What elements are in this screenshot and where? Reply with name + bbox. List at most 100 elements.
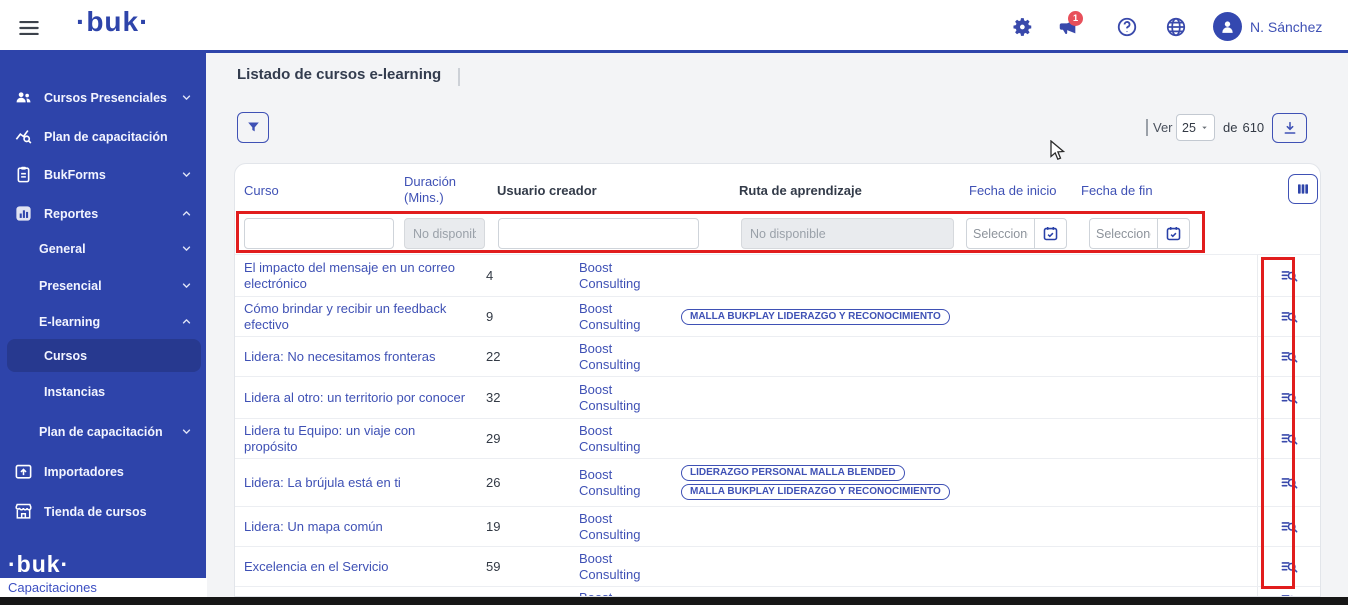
courses-table: Curso Duración (Mins.) Usuario creador R… [234, 163, 1321, 597]
gear-icon[interactable] [1012, 16, 1034, 38]
course-link[interactable]: Cómo brindar y recibir un feedback efect… [244, 301, 470, 332]
sidebar-item-plan-de-capacitaci-n[interactable]: Plan de capacitación [0, 120, 206, 153]
creator-link[interactable]: Boost Consulting [579, 590, 663, 596]
sidebar-item-importadores[interactable]: Importadores [0, 455, 206, 488]
duration-cell: 26 [486, 475, 501, 490]
chevron-icon [180, 315, 193, 328]
clipboard-icon [14, 165, 33, 184]
sidebar-item-cursos[interactable]: Cursos [7, 339, 201, 372]
creator-link[interactable]: Boost Consulting [579, 423, 663, 454]
page-size-select[interactable]: 25 [1176, 114, 1215, 141]
filter-usuario-input[interactable] [498, 218, 699, 249]
creator-link[interactable]: Boost Consulting [579, 467, 663, 498]
column-header-ruta: Ruta de aprendizaje [739, 182, 862, 198]
view-course-details-button[interactable] [1280, 347, 1299, 366]
creator-link[interactable]: Boost Consulting [579, 301, 663, 332]
sidebar-item-tienda-de-cursos[interactable]: Tienda de cursos [0, 495, 206, 528]
sidebar-item-plan-de-capacitaci-n[interactable]: Plan de capacitación [0, 415, 206, 448]
calendar-check-icon [1165, 225, 1182, 242]
sidebar-item-instancias[interactable]: Instancias [0, 375, 206, 408]
chevron-icon [180, 91, 193, 104]
buk-logo: ·buk· [76, 6, 150, 37]
column-header-fecha-inicio[interactable]: Fecha de inicio [969, 164, 1056, 216]
calendar-button[interactable] [1157, 218, 1190, 249]
chevron-icon [180, 425, 193, 438]
table-rows: El impacto del mensaje en un correo elec… [235, 254, 1320, 596]
sidebar-item-cursos-presenciales[interactable]: Cursos Presenciales [0, 81, 206, 114]
learning-path-cell [681, 547, 991, 586]
fecha-inicio-input[interactable] [966, 218, 1034, 249]
view-course-details-button[interactable] [1280, 266, 1299, 285]
creator-link[interactable]: Boost Consulting [579, 260, 663, 291]
user-name[interactable]: N. Sánchez [1250, 19, 1322, 35]
course-link[interactable]: Excelencia en el Servicio [244, 559, 389, 574]
view-course-details-button[interactable] [1280, 590, 1299, 596]
store-icon [14, 502, 33, 521]
sidebar-item-e-learning[interactable]: E-learning [0, 305, 206, 338]
calendar-button[interactable] [1034, 218, 1067, 249]
filter-duracion-input [404, 218, 485, 249]
sidebar-item-reportes[interactable]: Reportes [0, 197, 206, 230]
columns-icon [1295, 181, 1311, 197]
chevron-icon [180, 279, 193, 292]
column-header-fecha-fin[interactable]: Fecha de fin [1081, 164, 1153, 216]
fecha-fin-input[interactable] [1089, 218, 1157, 249]
view-course-details-button[interactable] [1280, 307, 1299, 326]
learning-path-cell: LIDERAZGO PERSONAL MALLA BLENDED MALLA BU… [681, 459, 991, 506]
course-link[interactable]: Lidera: No necesitamos fronteras [244, 349, 435, 364]
calendar-check-icon [1042, 225, 1059, 242]
filter-fecha-fin [1089, 218, 1190, 249]
view-course-details-button[interactable] [1280, 473, 1299, 492]
view-course-details-button[interactable] [1280, 557, 1299, 576]
help-circle-icon[interactable] [1116, 16, 1138, 38]
download-icon [1282, 120, 1298, 136]
title-divider [458, 68, 460, 86]
learning-path-badge: MALLA BUKPLAY LIDERAZGO Y RECONOCIMIENTO [681, 484, 950, 500]
de-label: de [1223, 120, 1238, 135]
creator-link[interactable]: Boost Consulting [579, 551, 663, 582]
filter-ruta-input [741, 218, 954, 249]
chevron-icon [180, 242, 193, 255]
chart-search-icon [14, 127, 33, 146]
duration-cell: 4 [486, 268, 494, 283]
view-course-details-button[interactable] [1280, 517, 1299, 536]
course-link[interactable]: El impacto del mensaje en un correo elec… [244, 260, 470, 291]
column-header-usuario-creador: Usuario creador [497, 182, 597, 198]
sidebar-footer-logo: ·buk· [8, 551, 70, 577]
sidebar-item-bukforms[interactable]: BukForms [0, 158, 206, 191]
hamburger-icon[interactable] [16, 15, 42, 37]
sidebar-item-general[interactable]: General [0, 232, 206, 265]
notification-badge: 1 [1068, 11, 1083, 26]
columns-config-button[interactable] [1288, 174, 1318, 204]
filter-funnel-icon [246, 120, 261, 135]
table-row: Lidera: La brújula está en ti 26 Boost C… [235, 458, 1320, 506]
course-link[interactable]: Lidera: La brújula está en ti [244, 475, 401, 490]
folder-up-icon [14, 462, 33, 481]
column-header-curso[interactable]: Curso [244, 164, 279, 216]
course-link[interactable]: Lidera: Un mapa común [244, 519, 383, 534]
course-link[interactable]: Lidera tu Equipo: un viaje con propósito [244, 423, 470, 454]
duration-cell: 29 [486, 431, 501, 446]
total-count: de 610 [1223, 120, 1264, 135]
view-course-details-button[interactable] [1280, 429, 1299, 448]
creator-link[interactable]: Boost Consulting [579, 511, 663, 542]
avatar[interactable] [1213, 12, 1242, 41]
learning-path-cell [681, 507, 991, 546]
filter-button[interactable] [237, 112, 269, 143]
sidebar-item-presencial[interactable]: Presencial [0, 269, 206, 302]
table-row: El impacto del mensaje en un correo elec… [235, 254, 1320, 296]
table-row: Lidera tu Equipo: un viaje con propósito… [235, 418, 1320, 458]
filter-curso-input[interactable] [244, 218, 394, 249]
filter-fecha-inicio [966, 218, 1067, 249]
view-course-details-button[interactable] [1280, 388, 1299, 407]
creator-link[interactable]: Boost Consulting [579, 382, 663, 413]
page-title: Listado de cursos e-learning [237, 66, 442, 83]
table-row: Excelencia en el Servicio 59 Boost Consu… [235, 546, 1320, 586]
globe-icon[interactable] [1165, 16, 1187, 38]
column-header-duracion[interactable]: Duración (Mins.) [404, 164, 466, 216]
course-link[interactable]: Lidera al otro: un territorio por conoce… [244, 390, 465, 405]
chevron-down-icon [1200, 123, 1209, 132]
download-button[interactable] [1272, 113, 1307, 143]
creator-link[interactable]: Boost Consulting [579, 341, 663, 372]
ver-label: Ver [1153, 120, 1173, 135]
